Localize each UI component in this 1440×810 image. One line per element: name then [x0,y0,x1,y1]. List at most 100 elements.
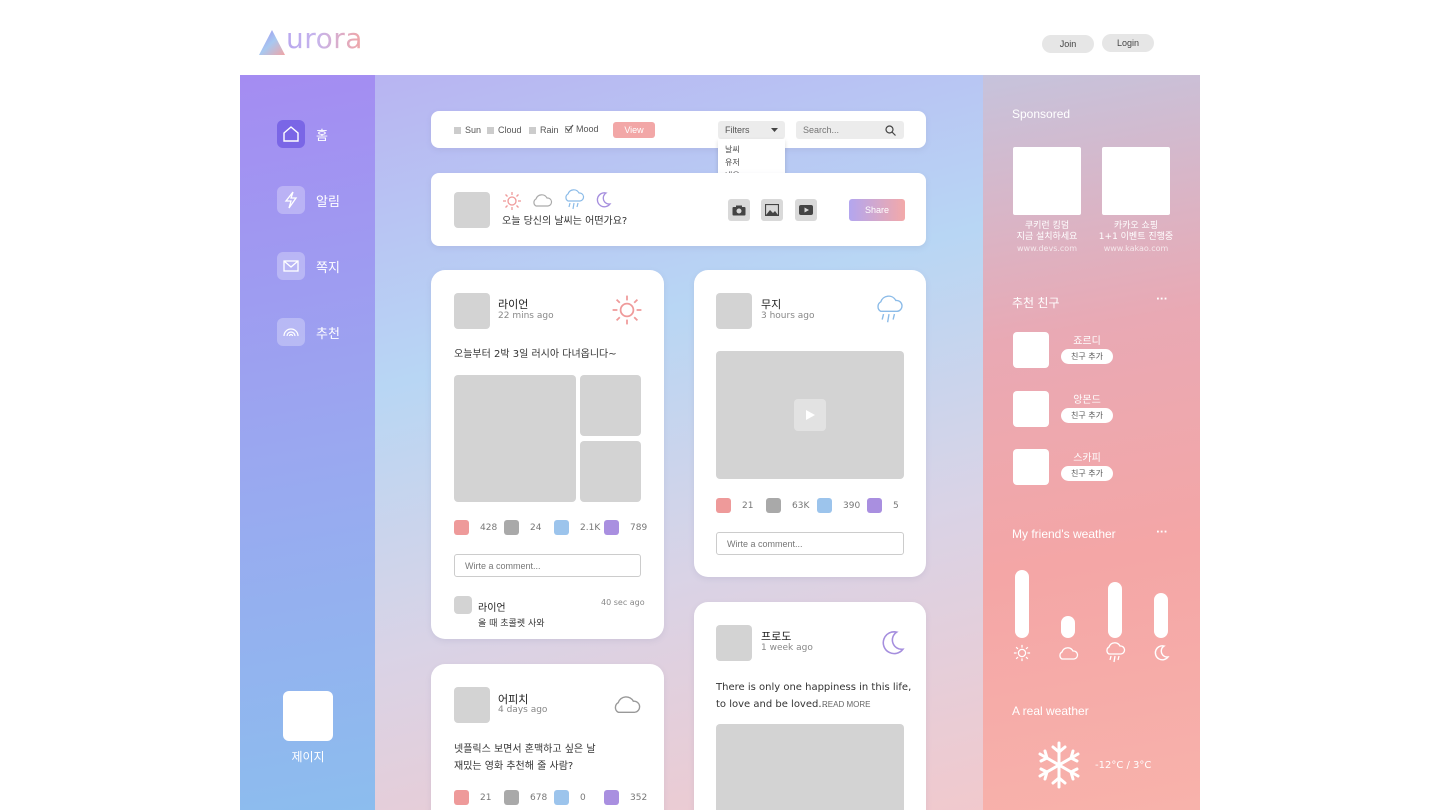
post-text-line: There is only one happiness in this life… [716,682,912,693]
more-icon[interactable]: ··· [1156,294,1167,305]
post-text-line: 재밌는 영화 추천해 줄 사람? [454,761,574,772]
sidebar-item-notifications[interactable]: 알림 [277,186,367,214]
reaction-like[interactable]: 428 [454,520,497,535]
reaction-like[interactable]: 21 [454,790,491,805]
rain-icon [1106,642,1126,663]
mail-icon [277,252,305,280]
composer-prompt[interactable]: 오늘 당신의 날씨는 어떤가요? [502,212,627,227]
sponsor-url[interactable]: www.kakao.com [1089,244,1183,253]
sponsor-caption[interactable]: 지금 설치하세요 [1000,232,1094,243]
sponsor-caption[interactable]: 카카오 쇼핑 [1089,221,1183,232]
sponsor-image[interactable] [1102,147,1170,215]
sponsor-caption[interactable]: 1+1 이벤트 진행중 [1089,232,1183,243]
search-box[interactable] [796,121,904,139]
reaction-swatch [604,520,619,535]
filter-sun-checkbox[interactable]: Sun [454,125,481,135]
reaction-comment[interactable]: 24 [504,520,541,535]
moon-icon[interactable] [594,191,612,209]
reaction-comment[interactable]: 63K [766,498,809,513]
avatar[interactable] [283,691,333,741]
image-icon[interactable] [761,199,783,221]
filters-dropdown[interactable]: Filters [718,121,785,139]
sponsor-caption[interactable]: 쿠키런 킹덤 [1000,221,1094,232]
post-image[interactable] [716,724,904,810]
filters-option-user[interactable]: 유저 [725,156,778,169]
rain-icon [877,295,903,323]
filters-option-weather[interactable]: 날씨 [725,143,778,156]
sponsor-url[interactable]: www.devs.com [1000,244,1094,253]
reaction-share[interactable]: 0 [554,790,586,805]
reaction-swatch [504,520,519,535]
post-text-line: to love and be loved... [716,699,828,710]
sponsor-image[interactable] [1013,147,1081,215]
avatar[interactable] [1013,391,1049,427]
post-image[interactable] [454,375,576,502]
play-icon[interactable] [794,399,826,431]
reaction-mood[interactable]: 352 [604,790,647,805]
logo-triangle-icon [259,30,285,55]
comment-time: 40 sec ago [601,598,645,607]
sidebar-item-home[interactable]: 홈 [277,120,367,148]
more-icon[interactable]: ··· [1156,527,1167,538]
reaction-mood[interactable]: 5 [867,498,899,513]
post-author[interactable]: 프로도 [761,628,791,644]
avatar[interactable] [1013,449,1049,485]
add-friend-button[interactable]: 친구 추가 [1061,408,1113,423]
login-button[interactable]: Login [1102,34,1154,52]
avatar[interactable] [454,596,472,614]
reaction-share[interactable]: 390 [817,498,860,513]
cloud-icon [614,696,641,713]
friends-weather-title: My friend's weather [1012,527,1116,541]
real-weather-temp: -12°C / 3°C [1095,760,1152,771]
sidebar-item-label: 알림 [316,194,340,210]
avatar[interactable] [454,293,490,329]
comment-author[interactable]: 라이언 [478,599,506,614]
post-text: 오늘부터 2박 3일 러시아 다녀옵니다~ [454,349,617,360]
moon-icon [882,631,905,655]
add-friend-button[interactable]: 친구 추가 [1061,466,1113,481]
reaction-comment[interactable]: 678 [504,790,547,805]
camera-icon[interactable] [728,199,750,221]
avatar[interactable] [716,293,752,329]
snowflake-icon [1038,741,1080,789]
read-more-link[interactable]: READ MORE [822,700,870,709]
video-icon[interactable] [795,199,817,221]
search-input[interactable] [796,121,882,139]
post-time: 1 week ago [761,643,813,653]
weather-bar-cloud [1061,616,1075,638]
post-author[interactable]: 라이언 [498,296,528,312]
rainbow-icon [277,318,305,346]
avatar[interactable] [454,687,490,723]
reaction-like[interactable]: 21 [716,498,753,513]
lightning-icon [277,186,305,214]
share-button[interactable]: Share [849,199,905,221]
sun-icon[interactable] [502,191,522,211]
reaction-share[interactable]: 2.1K [554,520,600,535]
post-image[interactable] [580,441,641,502]
post-time: 3 hours ago [761,311,815,321]
avatar[interactable] [716,625,752,661]
filter-mood-checkbox[interactable]: Mood [565,124,599,134]
reaction-swatch [716,498,731,513]
comment-input[interactable]: Wirte a comment... [716,532,904,555]
sidebar-item-messages[interactable]: 쪽지 [277,252,367,280]
comment-input[interactable]: Wirte a comment... [454,554,641,577]
filter-cloud-checkbox[interactable]: Cloud [487,125,522,135]
sidebar-item-label: 쪽지 [316,260,340,276]
friend-name: 죠르디 [1073,336,1101,347]
logo[interactable]: urora [258,22,363,56]
cloud-icon[interactable] [531,192,553,208]
post-image[interactable] [580,375,641,436]
rain-icon[interactable] [563,189,585,211]
view-button[interactable]: View [613,122,655,138]
sidebar-item-recommend[interactable]: 추천 [277,318,367,346]
reaction-mood[interactable]: 789 [604,520,647,535]
post-time: 22 mins ago [498,311,554,321]
friend-name: 앙몬드 [1073,395,1101,406]
add-friend-button[interactable]: 친구 추가 [1061,349,1113,364]
filter-rain-checkbox[interactable]: Rain [529,125,559,135]
avatar[interactable] [1013,332,1049,368]
search-icon[interactable] [885,125,896,136]
join-button[interactable]: Join [1042,35,1094,53]
post-author[interactable]: 무지 [761,296,781,312]
